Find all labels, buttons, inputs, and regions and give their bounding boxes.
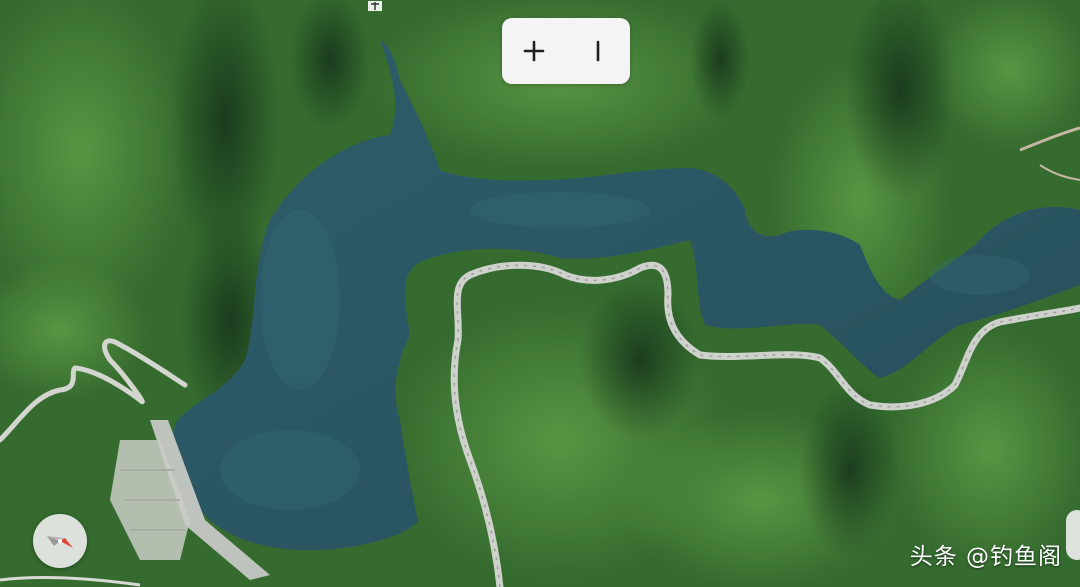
side-panel-handle[interactable] <box>1066 510 1080 560</box>
plus-icon <box>523 40 545 62</box>
watermark: 头条 @钓鱼阁 <box>909 544 1062 570</box>
minus-icon <box>596 40 600 62</box>
zoom-out-button[interactable] <box>573 26 623 76</box>
satellite-map[interactable] <box>0 0 1080 587</box>
map-marker[interactable] <box>366 0 384 14</box>
compass-icon <box>47 536 73 548</box>
zoom-in-button[interactable] <box>509 26 559 76</box>
zoom-controls <box>502 18 630 84</box>
compass-button[interactable] <box>33 514 87 568</box>
